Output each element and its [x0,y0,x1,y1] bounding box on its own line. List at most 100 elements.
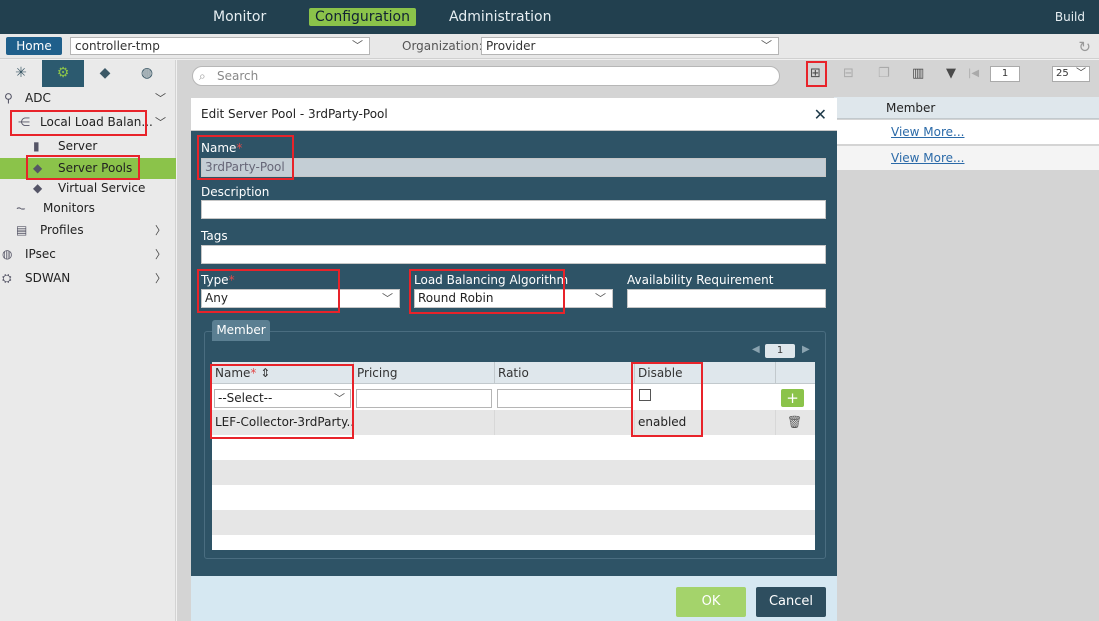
dialog-footer: OK Cancel [191,576,837,621]
empty-row [212,510,815,535]
pricing-cell [354,410,495,435]
sidebar-item-server[interactable]: ▮ Server [0,136,176,157]
chevron-down-icon: ﹀ [155,92,166,105]
name-field[interactable]: 3rdParty-Pool [201,158,826,177]
chevron-down-icon: ﹀ [382,292,393,305]
sidebar-item-adc[interactable]: ⚲ ADC ﹀ [0,88,176,109]
chevron-down-icon: ﹀ [1076,68,1086,79]
member-name-select[interactable]: --Select-- ﹀ [214,389,351,408]
add-member-button[interactable]: + [781,389,804,407]
close-icon[interactable]: ✕ [814,105,827,124]
page-size-select[interactable]: 25 ﹀ [1052,66,1090,82]
sort-icon[interactable]: ⇕ [260,366,270,380]
top-nav: Monitor Configuration Administration Bui… [0,0,1099,34]
table-row: View More... [834,146,1099,170]
trash-icon[interactable]: 🗑 [787,410,802,435]
chevron-down-icon: ﹀ [334,392,345,405]
availability-label: Availability Requirement [627,273,774,287]
sidebar-item-ipsec[interactable]: ◍ IPsec 〉 [0,244,176,265]
empty-row [212,435,815,460]
build-link[interactable]: Build [1055,10,1085,24]
chevron-right-icon: 〉 [155,272,166,285]
sidebar-tabs: ✳ ⚙ ◆ ◍ [0,60,175,87]
network-icon[interactable]: ✳ [0,60,42,87]
view-more-link[interactable]: View More... [891,151,964,165]
first-page-icon[interactable]: |◀ [968,68,979,79]
sidebar-item-label: Server Pools [58,161,133,175]
refresh-icon[interactable]: ↻ [1078,38,1091,56]
filter-icon[interactable]: ▼ [946,66,956,81]
context-bar: Home controller-tmp ﹀ Organization: Prov… [0,34,1099,59]
chevron-right-icon: 〉 [155,248,166,261]
sidebar-item-virtual-service[interactable]: ◆ Virtual Service [0,178,176,199]
tab-configuration[interactable]: Configuration [309,8,416,26]
column-header-ratio: Ratio [495,362,635,384]
member-name-select-value: --Select-- [218,391,273,405]
type-label: Type* [201,273,235,287]
availability-field[interactable] [627,289,826,308]
ok-button[interactable]: OK [676,587,746,617]
server-icon: ▮ [33,139,40,153]
disable-cell: enabled [635,410,776,435]
sidebar-item-label: Server [58,139,98,153]
description-label: Description [201,185,270,199]
columns-icon[interactable]: ▥ [912,66,924,81]
chevron-down-icon: ﹀ [595,292,606,305]
home-button[interactable]: Home [6,37,62,55]
tab-administration[interactable]: Administration [443,8,557,26]
tags-label: Tags [201,229,228,243]
page-size-value: 25 [1056,68,1069,79]
chevron-right-icon: 〉 [155,224,166,237]
sidebar-item-label: Profiles [40,223,84,237]
prev-page-icon[interactable]: ◀ [752,344,760,355]
dialog-title: Edit Server Pool - 3rdParty-Pool [201,107,388,121]
page-number-input[interactable]: 1 [990,66,1020,82]
tags-field[interactable] [201,245,826,264]
table-row: LEF-Collector-3rdParty... enabled 🗑 [212,410,815,435]
load-balancer-icon: ⋲ [18,115,30,129]
remove-icon[interactable]: ⊟ [843,66,854,81]
column-header-disable: Disable [635,362,776,384]
sidebar-item-sdwan[interactable]: ⛭ SDWAN 〉 [0,268,176,289]
chevron-down-icon: ﹀ [761,39,772,52]
column-header-name[interactable]: Name* ⇕ [212,362,354,384]
add-icon[interactable]: ⊞ [810,66,821,81]
chevron-down-icon: ﹀ [155,116,166,129]
member-tab[interactable]: Member [212,320,270,341]
sidebar-item-label: Monitors [43,201,95,215]
cube-icon[interactable]: ◆ [84,60,126,87]
cancel-button[interactable]: Cancel [756,587,826,617]
lb-algorithm-select[interactable]: Round Robin ﹀ [414,289,613,308]
sidebar-item-local-load-balancing[interactable]: ⋲ Local Load Balan... ﹀ [0,112,176,133]
next-page-icon[interactable]: ▶ [802,344,810,355]
organization-select[interactable]: Provider ﹀ [481,37,779,55]
globe-icon[interactable]: ◍ [126,60,168,87]
cube-icon: ◆ [33,161,43,175]
ratio-field[interactable] [497,389,633,408]
search-input[interactable]: ⌕ Search [192,66,780,86]
disable-checkbox[interactable] [639,389,651,401]
cube-icon: ◆ [33,181,43,195]
search-placeholder: Search [217,69,259,83]
type-select[interactable]: Any ﹀ [201,289,400,308]
member-grid-header: Name* ⇕ Pricing Ratio Disable [212,362,815,384]
sidebar-item-profiles[interactable]: ▤ Profiles 〉 [0,220,176,241]
sidebar-item-monitors[interactable]: ⏦ Monitors [0,198,176,219]
view-more-link[interactable]: View More... [891,125,964,139]
member-page-number[interactable]: 1 [765,344,795,358]
network-icon: ⚲ [4,91,13,105]
sidebar-item-server-pools[interactable]: ◆ Server Pools [0,158,176,179]
copy-icon[interactable]: ❐ [878,66,890,81]
sidebar: ✳ ⚙ ◆ ◍ ⚲ ADC ﹀ ⋲ Local Load Balan... ﹀ … [0,60,176,621]
description-field[interactable] [201,200,826,219]
empty-row [212,460,815,485]
controller-select[interactable]: controller-tmp ﹀ [70,37,370,55]
tab-monitor[interactable]: Monitor [207,8,272,26]
gear-icon[interactable]: ⚙ [42,60,84,87]
sdwan-icon: ⛭ [2,271,12,285]
pricing-field[interactable] [356,389,492,408]
controller-select-value: controller-tmp [75,39,160,53]
sidebar-item-label: Local Load Balan... [40,115,153,129]
column-header-pricing: Pricing [354,362,495,384]
pulse-icon: ⏦ [16,201,26,215]
